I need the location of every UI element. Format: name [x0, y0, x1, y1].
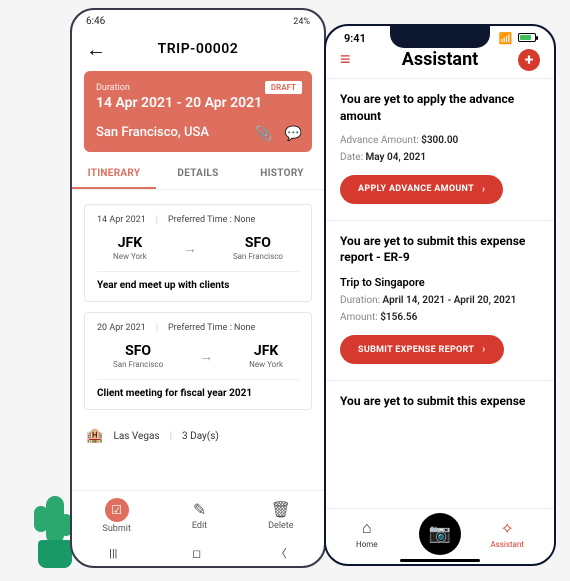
edit-icon: ✎: [193, 500, 206, 519]
status-right: 24%: [293, 17, 310, 27]
strip-duration: 3 Day(s): [182, 431, 219, 442]
nav-assistant[interactable]: ✧ Assistant: [490, 519, 524, 549]
arrow-icon: →: [199, 348, 213, 365]
android-phone-frame: 6:46 24% ← TRIP-00002 Duration 14 Apr 20…: [70, 8, 326, 568]
nav-home[interactable]: ⌂ Home: [356, 518, 378, 549]
add-button[interactable]: +: [518, 49, 540, 71]
comment-icon[interactable]: 💬: [285, 126, 302, 142]
status-time: 9:41: [344, 32, 366, 45]
leg-pref-time: Preferred Time : None: [168, 323, 255, 333]
itinerary-list: 14 Apr 2021 | Preferred Time : None JFKN…: [72, 190, 324, 452]
assistant-feed: You are yet to apply the advance amount …: [326, 78, 554, 506]
phone-notch: [390, 26, 490, 48]
card-title: You are yet to submit this expense repor…: [340, 233, 540, 267]
leg-title: Client meeting for fiscal year 2021: [97, 379, 299, 399]
submit-icon: ☑: [111, 503, 122, 517]
card-title: You are yet to apply the advance amount: [340, 91, 540, 125]
ios-home-indicator[interactable]: [400, 559, 480, 562]
report-subtitle: Trip to Singapore: [340, 276, 540, 289]
bottom-nav: ⌂ Home 📷 ✧ Assistant: [326, 508, 554, 558]
apply-advance-button[interactable]: APPLY ADVANCE AMOUNT ›: [340, 175, 503, 204]
tab-history[interactable]: HISTORY: [240, 160, 324, 189]
chevron-right-icon: ›: [482, 344, 485, 355]
leg-title: Year end meet up with clients: [97, 271, 299, 291]
home-icon: ⌂: [362, 518, 372, 538]
to-code: SFO: [233, 235, 283, 251]
itinerary-card[interactable]: 20 Apr 2021 | Preferred Time : None SFOS…: [84, 312, 312, 410]
back-icon[interactable]: 〈: [276, 545, 287, 561]
assistant-card: You are yet to submit this expense: [326, 380, 554, 436]
strip-city: Las Vegas: [113, 431, 159, 442]
card-title: You are yet to submit this expense: [340, 393, 540, 410]
tab-itinerary[interactable]: ITINERARY: [72, 160, 156, 189]
arrow-icon: →: [183, 240, 197, 257]
hotel-icon: 🏨: [86, 428, 103, 444]
assistant-card: You are yet to submit this expense repor…: [326, 220, 554, 381]
delete-button[interactable]: 🗑 Delete: [268, 500, 293, 531]
submit-button[interactable]: ☑ Submit: [103, 498, 131, 534]
status-right: 📶: [499, 32, 536, 45]
leg-date: 20 Apr 2021: [97, 323, 146, 333]
action-bar: ☑ Submit ✎ Edit 🗑 Delete: [72, 490, 324, 540]
recent-apps-icon[interactable]: |||: [109, 547, 117, 560]
leg-date: 14 Apr 2021: [97, 215, 146, 225]
itinerary-card[interactable]: 14 Apr 2021 | Preferred Time : None JFKN…: [84, 204, 312, 302]
from-code: JFK: [113, 235, 147, 251]
home-icon[interactable]: ◻: [192, 547, 201, 560]
trash-icon: 🗑: [271, 500, 291, 519]
page-title: Assistant: [402, 49, 479, 70]
trip-summary-card: Duration 14 Apr 2021 - 20 Apr 2021 San F…: [84, 71, 312, 152]
page-title: TRIP-00002: [158, 41, 239, 57]
attachment-icon[interactable]: 📎: [255, 126, 272, 142]
leg-pref-time: Preferred Time : None: [168, 215, 255, 225]
status-time: 6:46: [86, 16, 105, 27]
menu-icon[interactable]: ≡: [340, 49, 351, 70]
tab-details[interactable]: DETAILS: [156, 160, 240, 189]
status-badge: DRAFT: [265, 81, 302, 94]
camera-button[interactable]: 📷: [419, 513, 461, 555]
assistant-card: You are yet to apply the advance amount …: [326, 78, 554, 220]
assistant-icon: ✧: [501, 519, 514, 538]
screen-header: ← TRIP-00002: [72, 33, 324, 65]
android-nav: ||| ◻ 〈: [72, 540, 324, 566]
trip-dates: 14 Apr 2021 - 20 Apr 2021: [96, 95, 300, 111]
edit-button[interactable]: ✎ Edit: [192, 500, 207, 531]
itinerary-card[interactable]: 🏨 Las Vegas | 3 Day(s): [84, 420, 312, 452]
tab-bar: ITINERARY DETAILS HISTORY: [72, 160, 324, 190]
screen-header: ≡ Assistant +: [326, 45, 554, 78]
submit-report-button[interactable]: SUBMIT EXPENSE REPORT ›: [340, 335, 504, 364]
back-icon[interactable]: ←: [86, 37, 106, 62]
status-bar: 6:46 24%: [72, 10, 324, 33]
chevron-right-icon: ›: [482, 184, 485, 195]
ios-phone-frame: 9:41 📶 ≡ Assistant + You are yet to appl…: [324, 24, 556, 566]
camera-icon: 📷: [429, 523, 451, 544]
